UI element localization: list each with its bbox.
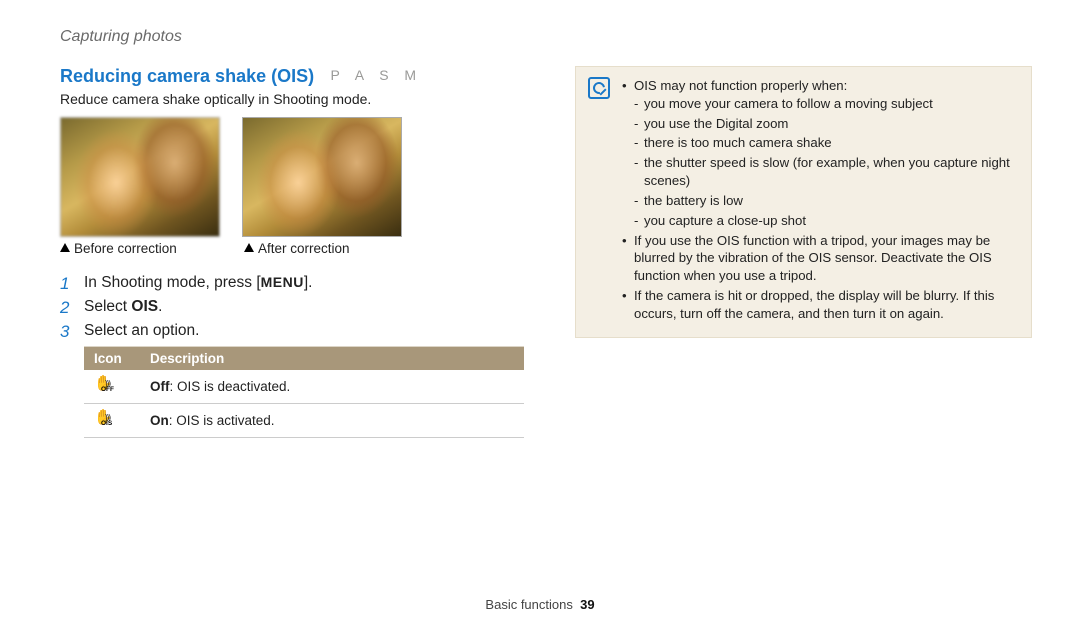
step-3: Select an option.	[60, 322, 535, 340]
section-title: Reducing camera shake (OIS)	[60, 66, 314, 86]
note-bullet: If you use the OIS function with a tripo…	[622, 232, 1017, 285]
caption-after: After correction	[244, 241, 406, 256]
breadcrumb-header: Capturing photos	[60, 28, 1032, 46]
note-sub-item: the battery is low	[634, 192, 1017, 210]
note-sub-item: you use the Digital zoom	[634, 115, 1017, 133]
note-intro: OIS may not function properly when:	[634, 78, 847, 93]
options-table: Icon Description ✋)))OFF Off: OIS is dea…	[84, 346, 524, 438]
section-heading-row: Reducing camera shake (OIS) P A S M	[60, 66, 535, 87]
ois-off-icon: ✋)))OFF	[94, 376, 116, 394]
page-number: 39	[580, 597, 594, 612]
note-sub-item: you move your camera to follow a moving …	[634, 95, 1017, 113]
table-header-icon: Icon	[84, 347, 140, 371]
section-description: Reduce camera shake optically in Shootin…	[60, 91, 535, 107]
example-photo-after	[242, 117, 402, 237]
table-row: ✋)))OIS On: OIS is activated.	[84, 404, 524, 438]
table-header-description: Description	[140, 347, 524, 371]
page-footer: Basic functions 39	[0, 597, 1080, 612]
example-photo-before	[60, 117, 220, 237]
table-row: ✋)))OFF Off: OIS is deactivated.	[84, 370, 524, 404]
caption-before: Before correction	[60, 241, 222, 256]
note-icon	[588, 77, 610, 99]
triangle-up-icon	[244, 243, 254, 252]
note-sub-item: the shutter speed is slow (for example, …	[634, 154, 1017, 190]
ois-on-icon: ✋)))OIS	[94, 410, 116, 428]
steps-list: In Shooting mode, press [MENU]. Select O…	[60, 274, 535, 340]
step-1: In Shooting mode, press [MENU].	[60, 274, 535, 292]
note-sub-item: there is too much camera shake	[634, 134, 1017, 152]
menu-button-label: MENU	[261, 274, 304, 290]
triangle-up-icon	[60, 243, 70, 252]
note-box: OIS may not function properly when: you …	[575, 66, 1032, 338]
note-sub-item: you capture a close-up shot	[634, 212, 1017, 230]
note-content: OIS may not function properly when: you …	[622, 77, 1017, 325]
step-2: Select OIS.	[60, 298, 535, 316]
note-bullet: If the camera is hit or dropped, the dis…	[622, 287, 1017, 323]
mode-badges: P A S M	[331, 67, 423, 83]
